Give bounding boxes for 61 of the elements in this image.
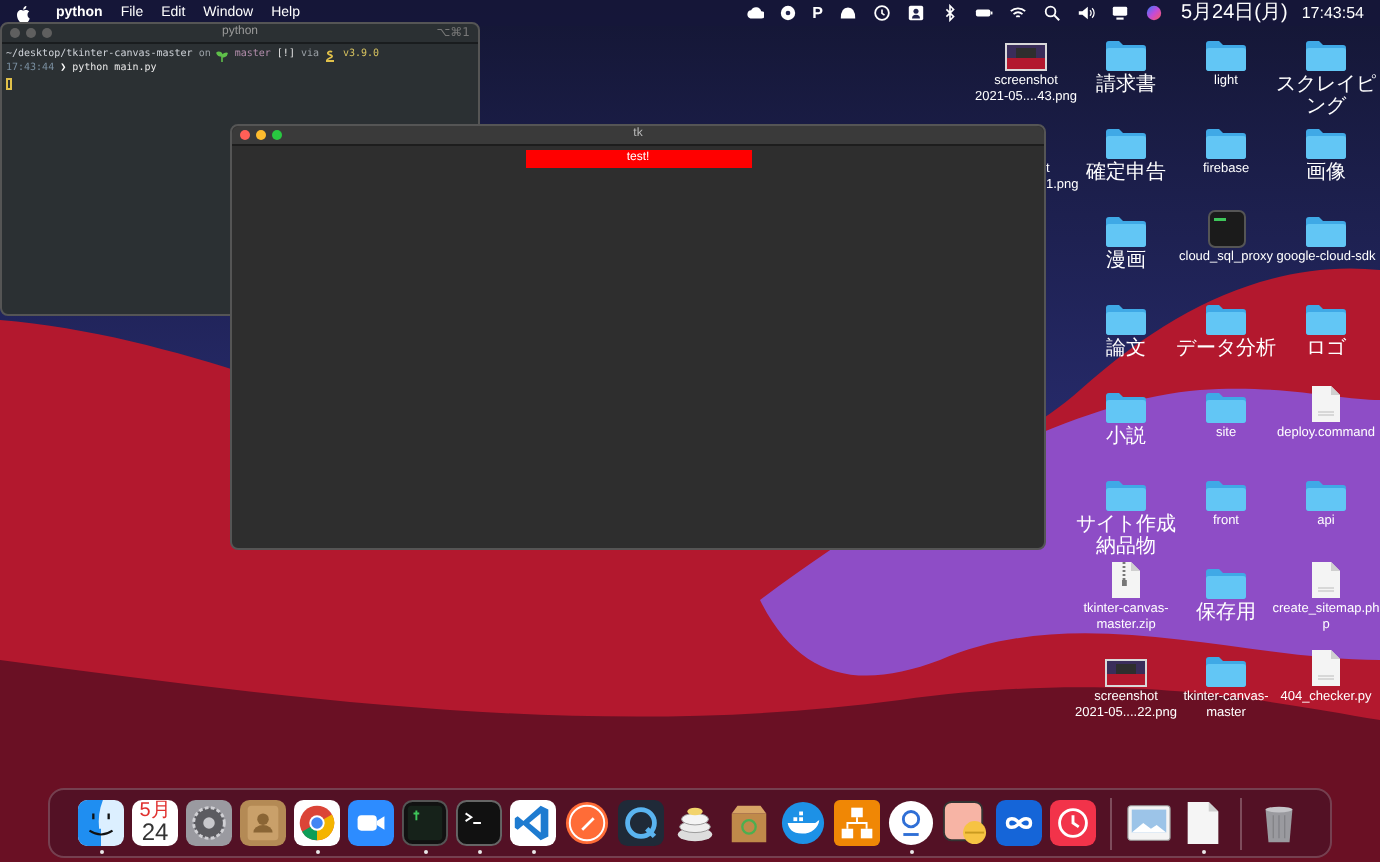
folder-icon: [1104, 214, 1148, 248]
folder-icon: [1204, 566, 1248, 600]
clock-icon: [871, 4, 891, 22]
file-label: 画像: [1304, 162, 1348, 184]
folder-icon: [1104, 390, 1148, 424]
terminal-icon[interactable]: [456, 800, 502, 854]
screenshot-thumbnail-icon: [1104, 658, 1148, 688]
folder-icon: [1204, 390, 1248, 424]
search-icon: [1041, 4, 1061, 22]
file-label: 漫画: [1104, 250, 1148, 272]
folder-icon: [1304, 214, 1348, 248]
screenshot-thumbnail-icon: [1004, 42, 1048, 72]
folder-icon: [1104, 302, 1148, 336]
zoom-button[interactable]: [272, 130, 282, 140]
dome-icon: [837, 4, 857, 22]
folder-icon: [1104, 126, 1148, 160]
folder-icon: [1204, 478, 1248, 512]
text-cursor: [6, 78, 12, 90]
file-label: 保存用: [1194, 602, 1258, 624]
volume-icon: [1075, 4, 1095, 22]
menu-bar-clock: 17:43:54: [1301, 5, 1364, 21]
gradient-orb-icon: [1143, 4, 1163, 22]
cloud-icon: [744, 4, 765, 22]
document-icon: [1310, 384, 1342, 424]
sprout-icon: [216, 49, 229, 61]
file-label: 論文: [1104, 338, 1148, 360]
wifi-icon: [1007, 4, 1027, 22]
contact-card-icon: [905, 4, 925, 22]
folder-icon: [1104, 478, 1148, 512]
folder-icon: [1204, 302, 1248, 336]
folder-icon: [1204, 654, 1248, 688]
calendar-month: 5月: [139, 802, 171, 820]
code-editor-icon[interactable]: [510, 800, 556, 854]
file-label: 請求書: [1094, 74, 1158, 96]
folder-icon: [1204, 126, 1248, 160]
file-label: データ分析: [1176, 338, 1276, 360]
file-label: ロゴ: [1304, 338, 1348, 360]
terminal-app-icon: [1207, 210, 1245, 248]
zip-archive-icon: [1110, 560, 1142, 600]
folder-icon: [1204, 38, 1248, 72]
folder-icon: [1304, 302, 1348, 336]
file-label: スクレイピング: [1276, 74, 1376, 118]
battery-icon: [973, 4, 993, 22]
file-label: 確定申告: [1084, 162, 1168, 184]
minimize-button[interactable]: [256, 130, 266, 140]
folder-icon: [1304, 126, 1348, 160]
file-label: 小説: [1104, 426, 1148, 448]
apple-logo-icon: [16, 5, 30, 21]
menu-bar-date: 5月24日(月): [1181, 3, 1288, 23]
close-button[interactable]: [240, 130, 250, 140]
calendar-day: 24: [141, 820, 169, 844]
folder-icon: [1104, 38, 1148, 72]
disc-icon: [778, 4, 799, 22]
folder-icon: [1304, 38, 1348, 72]
folder-icon: [1304, 478, 1348, 512]
file-label: サイト作成納品物: [1076, 514, 1176, 558]
document-icon: [1310, 560, 1342, 600]
status-letter-icon[interactable]: P: [812, 5, 823, 21]
document-icon: [1310, 648, 1342, 688]
finder-face-icon[interactable]: [78, 800, 124, 854]
display-icon: [1109, 4, 1129, 22]
